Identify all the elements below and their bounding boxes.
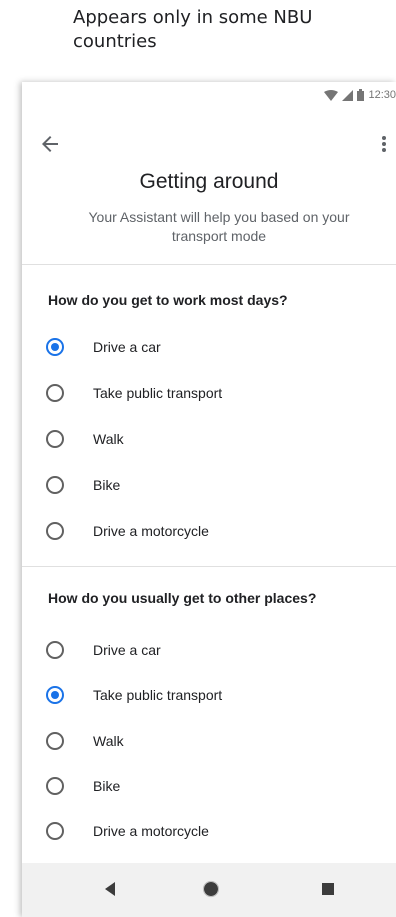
divider [22,566,396,567]
work-option-bike[interactable]: Bike [46,470,376,500]
other-option-drive-car[interactable]: Drive a car [46,635,376,665]
other-option-motorcycle[interactable]: Drive a motorcycle [46,816,376,846]
back-arrow-icon[interactable] [38,132,62,156]
option-label: Drive a car [93,339,161,355]
option-label: Bike [93,778,121,794]
radio-button[interactable] [46,384,64,402]
option-label: Drive a motorcycle [93,523,209,539]
radio-button[interactable] [46,641,64,659]
page-subtitle: Your Assistant will help you based on yo… [88,209,350,244]
radio-button[interactable] [46,732,64,750]
option-label: Walk [93,431,124,447]
question-other-places: How do you usually get to other places? [48,590,317,606]
other-option-walk[interactable]: Walk [46,726,376,756]
work-option-walk[interactable]: Walk [46,424,376,454]
divider [22,264,396,265]
wifi-icon [324,89,339,101]
radio-button[interactable] [46,476,64,494]
battery-icon [357,89,365,101]
other-option-bike[interactable]: Bike [46,771,376,801]
caption: Appears only in some NBU countries [73,7,313,52]
status-bar: 12:30 [196,82,396,108]
radio-button[interactable] [46,822,64,840]
work-option-drive-car[interactable]: Drive a car [46,332,376,362]
nav-home-icon[interactable] [202,880,220,903]
more-vert-icon[interactable] [376,132,392,156]
phone-screen: 12:30 Getting around Your Assistant will… [22,82,396,917]
other-option-public-transport[interactable]: Take public transport [46,680,376,710]
option-label: Bike [93,477,121,493]
page-title: Getting around [139,170,279,193]
nav-recents-icon[interactable] [321,882,335,901]
option-label: Take public transport [93,687,223,703]
question-work: How do you get to work most days? [48,292,288,308]
signal-icon [342,89,354,101]
radio-button[interactable] [46,777,64,795]
work-option-public-transport[interactable]: Take public transport [46,378,376,408]
radio-button[interactable] [46,430,64,448]
option-label: Walk [93,733,124,749]
navigation-bar [22,863,396,917]
radio-button[interactable] [46,686,64,704]
option-label: Drive a motorcycle [93,823,209,839]
status-time: 12:30 [368,89,396,101]
radio-button[interactable] [46,338,64,356]
nav-back-icon[interactable] [103,881,117,902]
work-option-motorcycle[interactable]: Drive a motorcycle [46,516,376,546]
option-label: Drive a car [93,642,161,658]
option-label: Take public transport [93,385,223,401]
radio-button[interactable] [46,522,64,540]
